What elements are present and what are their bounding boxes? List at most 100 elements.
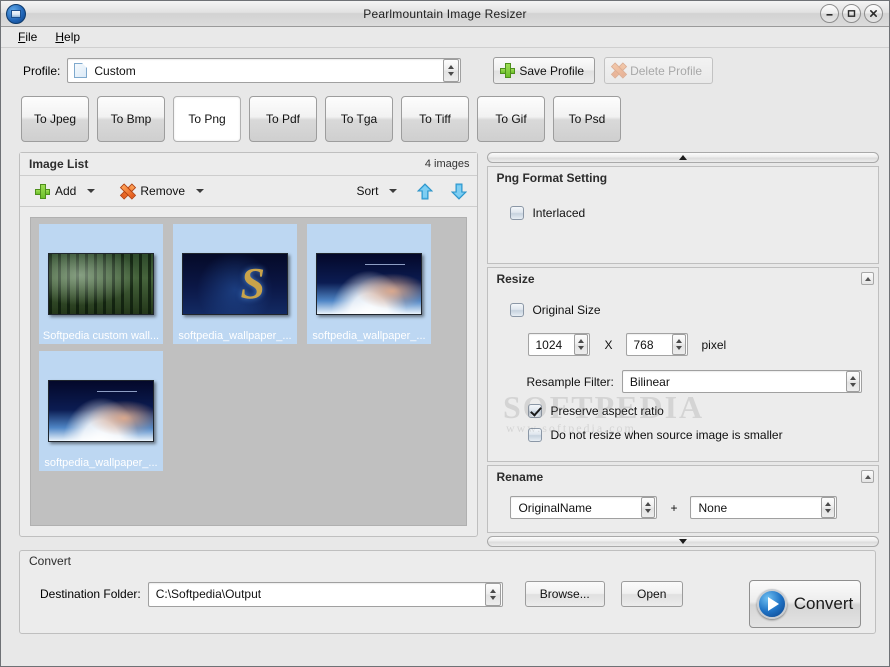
profile-combo[interactable]: Custom [67, 58, 462, 83]
remove-dropdown-icon[interactable] [196, 189, 205, 193]
original-size-checkbox[interactable] [510, 303, 525, 317]
save-profile-button[interactable]: Save Profile [493, 57, 596, 84]
window-controls [820, 4, 883, 23]
maximize-button[interactable] [842, 4, 861, 23]
convert-button[interactable]: Convert [749, 580, 861, 628]
rename-collapse-button[interactable] [861, 470, 874, 483]
image-list-title: Image List [29, 157, 89, 171]
add-dropdown-icon[interactable] [87, 189, 96, 193]
resample-filter-label: Resample Filter: [526, 374, 614, 389]
menu-file[interactable]: File [9, 28, 46, 46]
chevron-up-icon [825, 502, 832, 506]
sort-button[interactable]: Sort [353, 182, 381, 200]
height-spinner-buttons[interactable] [672, 334, 687, 355]
delete-profile-button[interactable]: Delete Profile [604, 57, 714, 84]
height-value: 768 [633, 337, 654, 352]
destination-folder-combo[interactable]: C:\Softpedia\Output [147, 581, 503, 607]
move-up-button[interactable] [417, 182, 434, 200]
minimize-button[interactable] [820, 4, 839, 23]
png-format-title: Png Format Setting [496, 171, 608, 185]
interlaced-checkbox[interactable] [510, 206, 525, 220]
add-button[interactable]: Add [32, 182, 79, 201]
profile-spinner[interactable] [443, 59, 460, 82]
chevron-down-icon [679, 539, 688, 544]
destination-folder-value: C:\Softpedia\Output [155, 587, 262, 601]
image-count: 4 images [424, 158, 470, 170]
rename-first-combo[interactable]: OriginalName [510, 496, 658, 519]
resample-filter-spinner[interactable] [845, 371, 860, 392]
open-button[interactable]: Open [620, 581, 683, 607]
remove-x-icon [120, 184, 135, 199]
sort-dropdown-icon[interactable] [389, 189, 398, 193]
settings-scroll-up[interactable] [487, 152, 879, 163]
image-list-panel: Image List 4 images Add Remove Sort Soft… [19, 152, 479, 537]
chevron-up-icon [448, 65, 455, 69]
title-bar: Pearlmountain Image Resizer [1, 1, 889, 27]
tab-label: To Psd [568, 112, 606, 126]
destination-folder-spinner[interactable] [484, 582, 501, 606]
chevron-down-icon [645, 509, 652, 513]
list-item[interactable]: Softpedia custom wall... [39, 224, 163, 344]
tab-label: To Png [188, 112, 226, 126]
chevron-down-icon [578, 346, 585, 350]
rename-section: Rename OriginalName + None [487, 465, 879, 533]
move-down-button[interactable] [451, 183, 468, 200]
remove-button[interactable]: Remove [117, 182, 188, 201]
main-content: Image List 4 images Add Remove Sort Soft… [1, 142, 889, 547]
tab-label: To Pdf [265, 112, 301, 126]
tab-to-gif[interactable]: To Gif [477, 96, 545, 142]
chevron-up-icon [864, 276, 871, 281]
chevron-down-icon [448, 72, 455, 76]
preserve-aspect-checkbox[interactable] [528, 404, 543, 418]
width-spinner-buttons[interactable] [574, 334, 589, 355]
width-stepper[interactable]: 1024 [528, 333, 591, 356]
tab-to-png[interactable]: To Png [173, 96, 241, 142]
dimension-separator: X [604, 337, 613, 352]
convert-button-label: Convert [793, 594, 854, 613]
height-stepper[interactable]: 768 [626, 333, 689, 356]
settings-scroll-down[interactable] [487, 536, 879, 547]
no-upscale-label: Do not resize when source image is small… [550, 428, 783, 442]
tab-to-tga[interactable]: To Tga [325, 96, 393, 142]
chevron-up-icon [578, 339, 585, 343]
chevron-down-icon [489, 595, 496, 600]
thumbnail-image [316, 253, 422, 315]
no-upscale-checkbox[interactable] [528, 428, 543, 442]
rename-first-spinner[interactable] [641, 497, 656, 518]
thumbnail-grid[interactable]: Softpedia custom wall... softpedia_wallp… [30, 217, 468, 526]
sort-label: Sort [356, 184, 379, 198]
resize-collapse-button[interactable] [861, 272, 874, 285]
rename-first-value: OriginalName [518, 500, 592, 515]
settings-panel: Png Format Setting Interlaced Resize Ori… [487, 152, 879, 547]
play-icon [756, 589, 787, 619]
png-format-section: Png Format Setting Interlaced [487, 166, 879, 264]
close-icon [870, 10, 877, 17]
close-button[interactable] [864, 4, 883, 23]
tab-to-bmp[interactable]: To Bmp [97, 96, 165, 142]
profile-value: Custom [94, 63, 136, 78]
convert-panel: Convert Destination Folder: C:\Softpedia… [19, 550, 876, 634]
list-item[interactable]: softpedia_wallpaper_... [307, 224, 431, 344]
plus-icon [35, 183, 50, 199]
menu-bar: File Help [1, 27, 889, 48]
thumbnail-image [182, 253, 288, 315]
image-list-header: Image List 4 images [20, 153, 478, 176]
arrow-down-icon [451, 183, 468, 200]
maximize-icon [847, 10, 856, 17]
resample-filter-value: Bilinear [629, 374, 670, 389]
list-item[interactable]: softpedia_wallpaper_... [39, 351, 163, 471]
tab-to-pdf[interactable]: To Pdf [249, 96, 317, 142]
list-item[interactable]: softpedia_wallpaper_... [173, 224, 297, 344]
browse-label: Browse... [539, 587, 590, 601]
tab-to-jpeg[interactable]: To Jpeg [21, 96, 89, 142]
open-label: Open [637, 587, 667, 601]
resample-filter-combo[interactable]: Bilinear [621, 370, 862, 393]
rename-second-combo[interactable]: None [690, 496, 838, 519]
thumbnail-image [48, 253, 154, 315]
tab-to-psd[interactable]: To Psd [553, 96, 621, 142]
interlaced-label: Interlaced [532, 206, 586, 220]
menu-help[interactable]: Help [46, 28, 89, 46]
tab-to-tiff[interactable]: To Tiff [401, 96, 469, 142]
browse-button[interactable]: Browse... [524, 581, 605, 607]
rename-second-spinner[interactable] [821, 497, 836, 518]
